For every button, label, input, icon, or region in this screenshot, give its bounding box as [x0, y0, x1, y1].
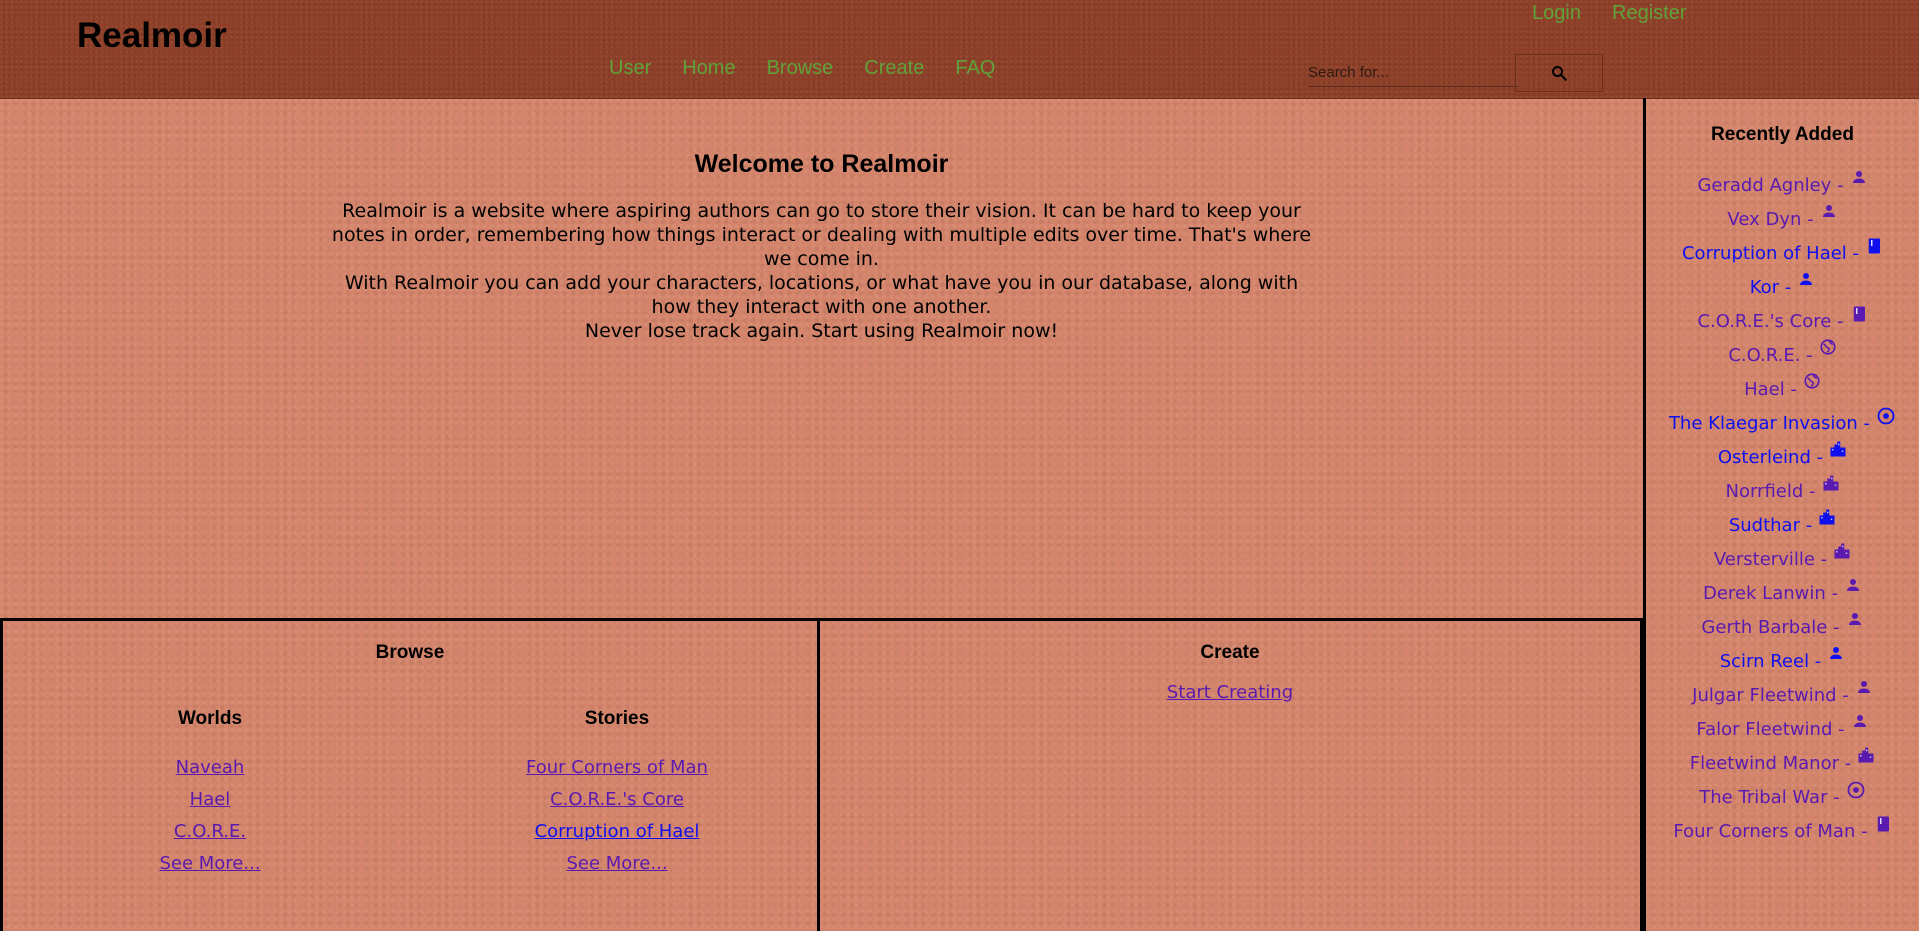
story-link-four-corners[interactable]: Four Corners of Man	[467, 752, 767, 784]
stories-title: Stories	[584, 708, 650, 729]
recent-item-label: Versterville -	[1713, 549, 1828, 570]
recent-item-label: Gerth Barbale -	[1701, 617, 1840, 638]
target-icon	[1840, 781, 1866, 808]
city-icon	[1851, 747, 1875, 774]
world-link-naveah[interactable]: Naveah	[60, 752, 360, 784]
recent-item[interactable]: Sudthar -	[1646, 509, 1919, 548]
recent-item-label: Kor -	[1749, 277, 1792, 298]
recent-item-label: Fleetwind Manor -	[1689, 753, 1852, 774]
recent-item-label: Osterleind -	[1717, 447, 1824, 468]
world-link-core[interactable]: C.O.R.E.	[60, 816, 360, 848]
recently-added-title: Recently Added	[1711, 124, 1854, 145]
recent-item-label: C.O.R.E.'s Core -	[1697, 311, 1844, 332]
recent-item-label: Scirn Reel -	[1719, 651, 1822, 672]
recent-item-label: Hael -	[1744, 379, 1797, 400]
recent-item-label: Geradd Agnley -	[1697, 175, 1844, 196]
recent-item-label: Four Corners of Man -	[1673, 821, 1868, 842]
recent-item[interactable]: C.O.R.E.'s Core -	[1646, 306, 1919, 344]
city-icon	[1816, 475, 1840, 502]
create-panel: Create Start Creating	[820, 618, 1643, 931]
browse-panel: Browse Worlds Naveah Hael C.O.R.E. See M…	[0, 618, 820, 931]
site-header: Realmoir Login Register User Home Browse…	[0, 0, 1919, 99]
main-nav: User Home Browse Create FAQ	[609, 57, 1026, 80]
recent-item-label: Norrfield -	[1725, 481, 1816, 502]
recent-item[interactable]: Four Corners of Man -	[1646, 816, 1919, 854]
recent-item[interactable]: Versterville -	[1646, 543, 1919, 582]
recent-item[interactable]: Fleetwind Manor -	[1646, 747, 1919, 786]
recent-item[interactable]: Osterleind -	[1646, 441, 1919, 480]
world-link-hael[interactable]: Hael	[60, 784, 360, 816]
recent-item-label: Vex Dyn -	[1727, 209, 1814, 230]
person-icon	[1821, 647, 1845, 672]
globe-icon	[1797, 373, 1821, 400]
welcome-paragraph: With Realmoir you can add your character…	[344, 272, 1299, 318]
book-icon	[1868, 816, 1892, 842]
start-creating-link[interactable]: Start Creating	[820, 682, 1640, 703]
recently-added-list: Geradd Agnley - Vex Dyn - Corruption of Ha…	[1646, 171, 1919, 854]
globe-icon	[1813, 339, 1837, 366]
nav-user[interactable]: User	[609, 57, 651, 80]
person-icon	[1791, 273, 1815, 298]
person-icon	[1840, 613, 1864, 638]
recent-item[interactable]: Julgar Fleetwind -	[1646, 681, 1919, 718]
story-link-cores-core[interactable]: C.O.R.E.'s Core	[467, 784, 767, 816]
nav-home[interactable]: Home	[682, 57, 735, 80]
recent-item[interactable]: The Klaegar Invasion -	[1646, 407, 1919, 446]
city-icon	[1823, 441, 1847, 468]
welcome-body: Realmoir is a website where aspiring aut…	[330, 199, 1313, 343]
welcome-paragraph: Never lose track again. Start using Real…	[584, 320, 1059, 342]
recent-item[interactable]: Scirn Reel -	[1646, 647, 1919, 684]
nav-create[interactable]: Create	[864, 57, 924, 80]
recent-item[interactable]: Kor -	[1646, 273, 1919, 310]
target-icon	[1870, 407, 1896, 434]
nav-faq[interactable]: FAQ	[955, 57, 995, 80]
recent-item[interactable]: Falor Fleetwind -	[1646, 715, 1919, 752]
person-icon	[1845, 715, 1869, 740]
recent-item-label: The Tribal War -	[1699, 787, 1840, 808]
book-icon	[1844, 306, 1868, 332]
stories-see-more-link[interactable]: See More...	[467, 848, 767, 880]
recently-added-sidebar: Recently Added Geradd Agnley - Vex Dyn - C…	[1646, 98, 1919, 931]
nav-browse[interactable]: Browse	[767, 57, 834, 80]
register-link[interactable]: Register	[1612, 2, 1686, 25]
stories-column: Stories Four Corners of Man C.O.R.E.'s C…	[467, 708, 767, 880]
browse-title: Browse	[375, 642, 445, 663]
recent-item-label: C.O.R.E. -	[1728, 345, 1813, 366]
recent-item[interactable]: Gerth Barbale -	[1646, 613, 1919, 650]
recent-item-label: Julgar Fleetwind -	[1692, 685, 1849, 706]
recent-item-label: Derek Lanwin -	[1703, 583, 1838, 604]
welcome-title: Welcome to Realmoir	[694, 150, 949, 178]
recent-item[interactable]: C.O.R.E. -	[1646, 339, 1919, 378]
recent-item-label: Sudthar -	[1728, 515, 1813, 536]
welcome-section: Welcome to Realmoir Realmoir is a websit…	[0, 98, 1643, 618]
login-link[interactable]: Login	[1532, 2, 1581, 25]
worlds-title: Worlds	[177, 708, 243, 729]
worlds-see-more-link[interactable]: See More...	[60, 848, 360, 880]
person-icon	[1838, 579, 1862, 604]
story-link-corruption-of-hael[interactable]: Corruption of Hael	[467, 816, 767, 848]
book-icon	[1859, 238, 1883, 264]
recent-item[interactable]: Corruption of Hael -	[1646, 238, 1919, 276]
worlds-column: Worlds Naveah Hael C.O.R.E. See More...	[60, 708, 360, 880]
recent-item-label: Corruption of Hael -	[1681, 243, 1860, 264]
search-input[interactable]	[1308, 58, 1518, 87]
recent-item[interactable]: Norrfield -	[1646, 475, 1919, 514]
search-icon	[1552, 66, 1567, 81]
recent-item[interactable]: Geradd Agnley -	[1646, 171, 1919, 208]
recent-item-label: The Klaegar Invasion -	[1668, 413, 1871, 434]
city-icon	[1827, 543, 1851, 570]
create-title: Create	[1200, 642, 1260, 663]
city-icon	[1812, 509, 1836, 536]
recent-item[interactable]: Derek Lanwin -	[1646, 579, 1919, 616]
person-icon	[1814, 205, 1838, 230]
recent-item-label: Falor Fleetwind -	[1696, 719, 1845, 740]
person-icon	[1849, 681, 1873, 706]
site-logo[interactable]: Realmoir	[77, 16, 227, 56]
search-button[interactable]	[1515, 54, 1603, 92]
search-bar	[1300, 54, 1604, 92]
welcome-paragraph: Realmoir is a website where aspiring aut…	[331, 200, 1312, 270]
person-icon	[1844, 171, 1868, 196]
